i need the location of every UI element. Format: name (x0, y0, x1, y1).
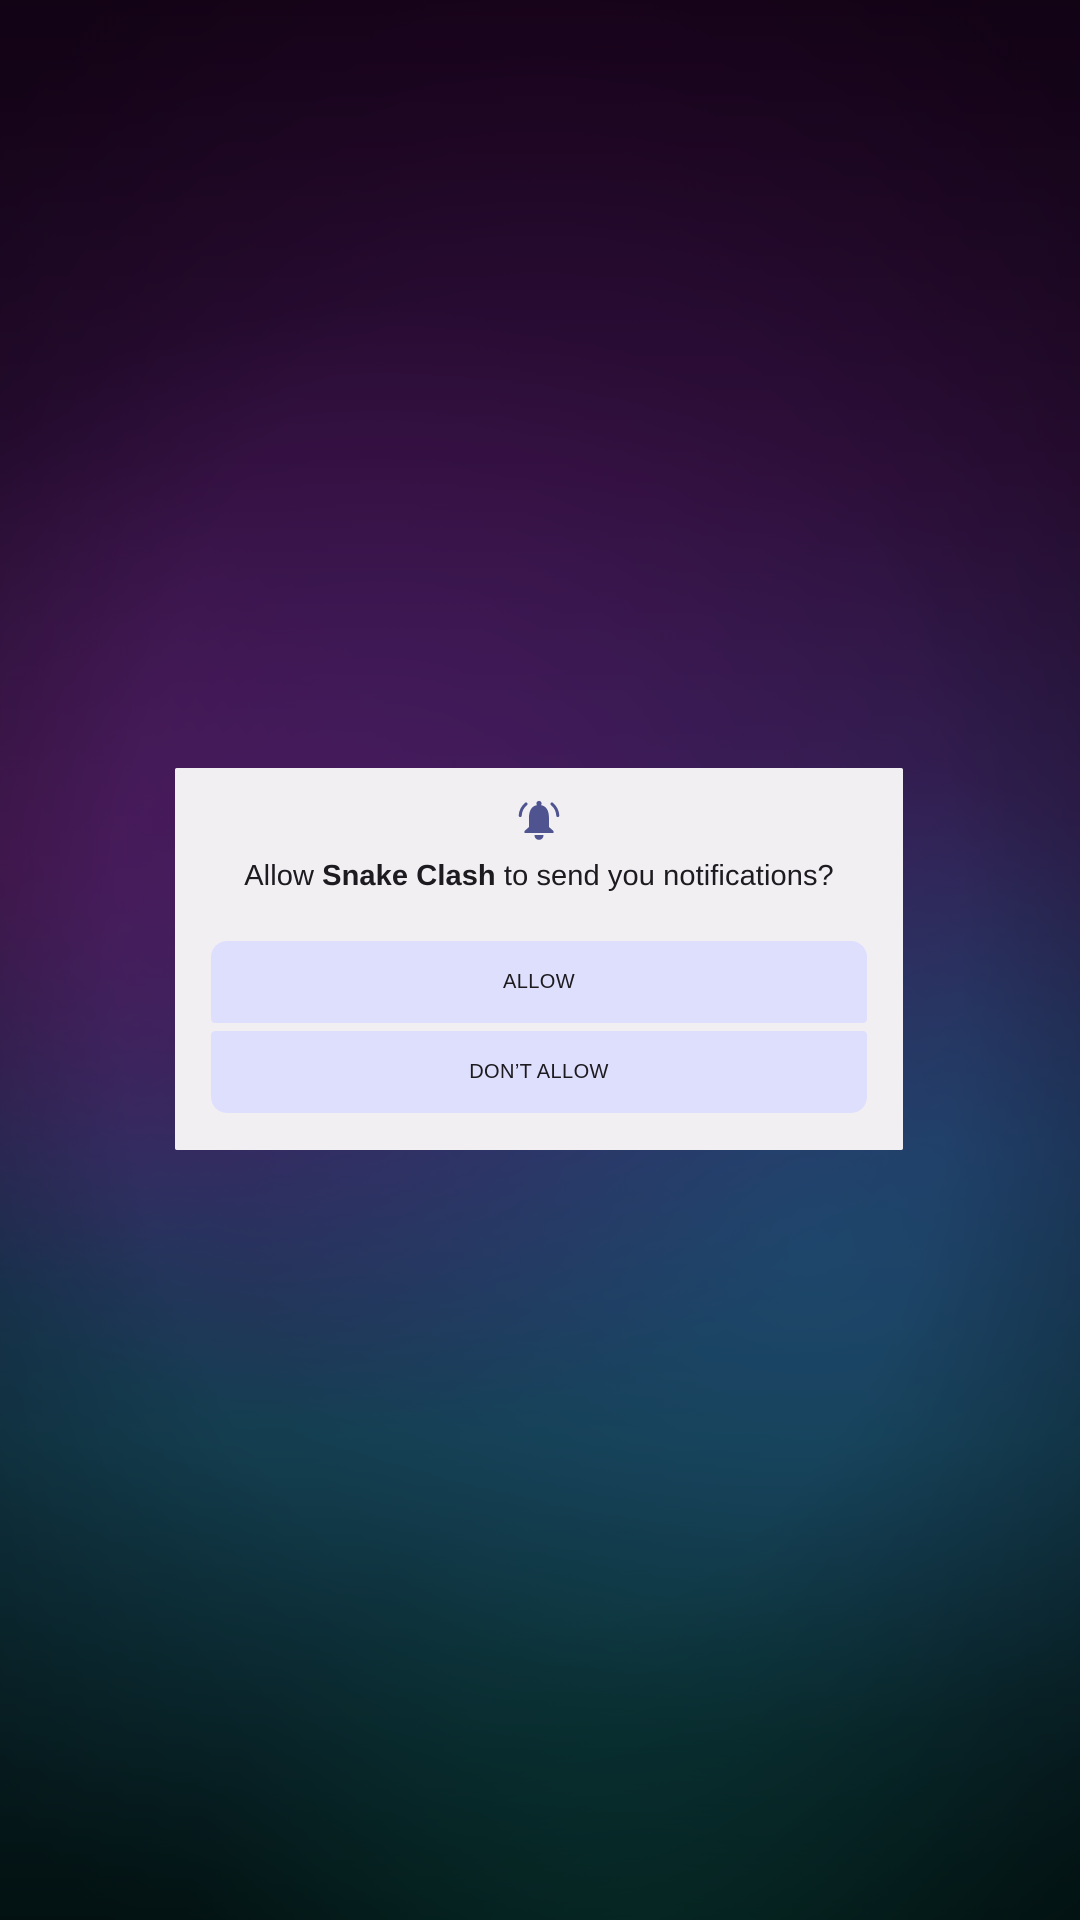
app-name: Snake Clash (322, 860, 496, 892)
dont-allow-button-label: DON’T ALLOW (469, 1060, 609, 1083)
dialog-title-suffix: to send you notifications? (495, 860, 834, 892)
dont-allow-button[interactable]: DON’T ALLOW (211, 1031, 867, 1113)
dialog-title: Allow Snake Clash to send you notificati… (175, 860, 903, 893)
dialog-title-prefix: Allow (244, 860, 323, 892)
allow-button-label: ALLOW (502, 970, 576, 993)
allow-button[interactable]: ALLOW (211, 941, 867, 1023)
notification-bell-icon (517, 798, 561, 842)
notification-permission-dialog: Allow Snake Clash to send you notificati… (175, 768, 903, 1150)
